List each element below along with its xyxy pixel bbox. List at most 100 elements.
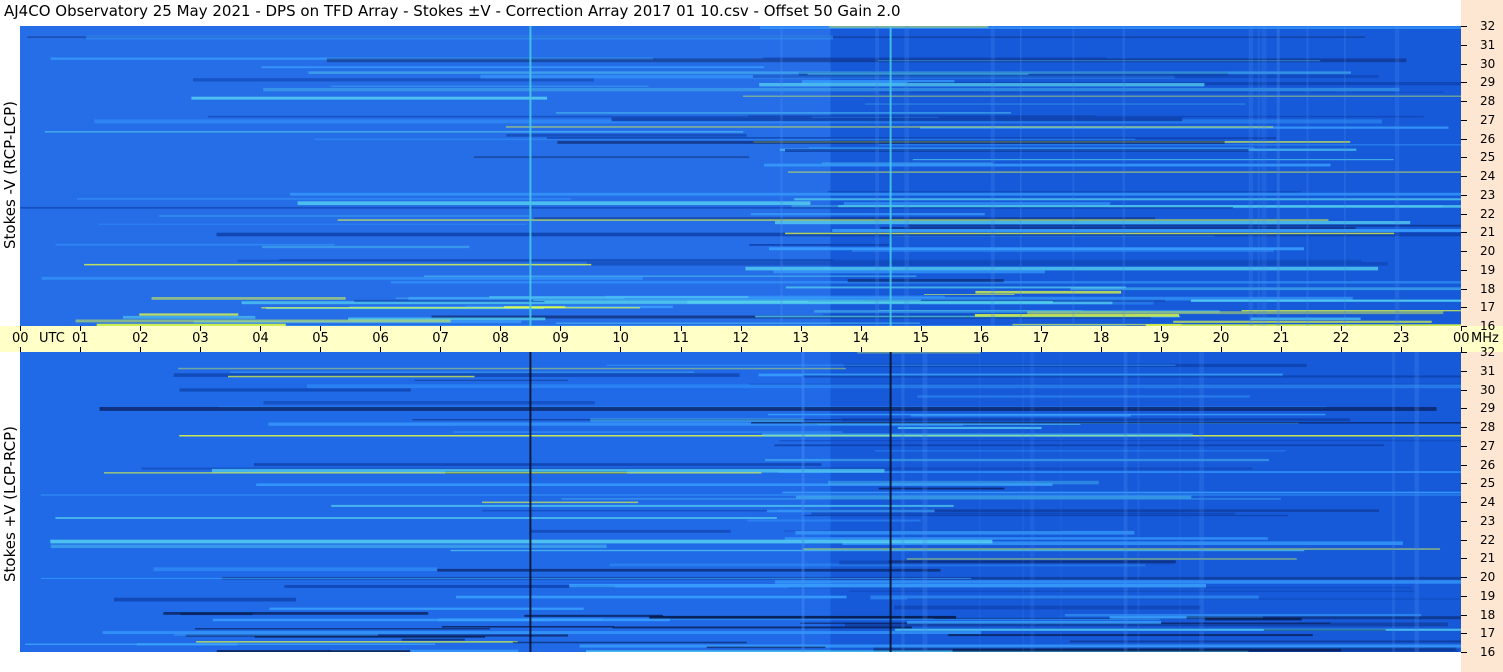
heatmap-band [530,529,731,533]
heatmap-band [748,115,1096,118]
time-tick-label: 04 [252,331,269,346]
heatmap-band [842,418,1351,422]
heatmap-band [163,612,429,615]
heatmap-band [524,614,663,617]
time-tick-label: 20 [1212,331,1230,346]
heatmap-band [98,223,527,225]
heatmap-column [922,352,928,652]
heatmap-band [774,444,1385,447]
heatmap-band [765,458,1269,462]
heatmap-band [590,418,804,422]
frequency-tick-label: 29 [1480,401,1496,416]
heatmap-band [924,294,1015,295]
heatmap-band [55,517,777,519]
heatmap-band [843,202,1111,205]
time-marker-line [889,352,892,652]
heatmap-column [901,352,905,652]
heatmap-band [802,548,1441,550]
time-tick-label: 17 [1032,331,1050,346]
time-tick-mark [980,347,982,352]
frequency-tick-mark [1461,251,1467,252]
time-tick-label: 02 [132,331,149,346]
heatmap-band [139,313,239,316]
heatmap-band [414,379,569,381]
frequency-tick-mark [1461,82,1467,84]
heatmap-band [505,126,1274,128]
frequency-tick-label: 22 [1480,206,1496,221]
frequency-tick-mark [1461,288,1467,290]
time-tick-mark [1340,347,1342,352]
time-tick-label: 19 [1152,331,1170,346]
heatmap-column [801,352,805,652]
heatmap-column [1137,352,1140,652]
time-tick-mark [1401,347,1402,352]
heatmap-band [174,633,378,636]
frequency-tick-label: 17 [1480,626,1496,641]
top-panel-ylabel: Stokes -V (RCP-LCP) [1,101,19,249]
frequency-tick-label: 27 [1480,112,1496,127]
time-tick-label: 18 [1092,331,1110,346]
time-tick-mark [800,347,802,352]
heatmap-band [782,491,1461,494]
frequency-tick-label: 21 [1480,225,1496,240]
heatmap-column [1179,352,1181,652]
heatmap-band [1205,617,1302,621]
time-tick-mark [1220,347,1222,352]
heatmap-band [450,549,1305,552]
heatmap-band [687,300,1054,304]
heatmap-band [773,270,1045,274]
heatmap-band [261,307,641,309]
heatmap-band [752,74,1379,78]
frequency-tick-mark [1461,119,1467,121]
heatmap-band [178,367,846,370]
heatmap-band [40,494,1461,496]
heatmap-band [297,201,811,205]
heatmap-band [179,388,411,392]
heatmap-band [159,215,530,217]
heatmap-column [1343,26,1346,326]
heatmap-band [794,198,1461,201]
frequency-tick-label: 21 [1480,551,1496,566]
heatmap-band [751,422,1461,424]
heatmap-band [191,96,548,100]
frequency-tick-mark [1461,232,1467,234]
frequency-tick-label: 31 [1480,363,1496,378]
heatmap-band [750,213,985,216]
time-tick-label: 11 [672,331,690,346]
heatmap-band [952,648,1341,652]
heatmap-band [401,638,465,641]
heatmap-column [1022,352,1024,652]
time-tick-mark [740,347,742,352]
heatmap-band [907,224,1461,227]
heatmap-band [769,247,1304,251]
heatmap-band [762,433,1193,437]
heatmap-band [1064,614,1422,617]
time-tick-mark [20,347,21,352]
heatmap-column [990,26,995,326]
heatmap-band [611,117,1183,122]
frequency-tick-label: 32 [1480,19,1496,33]
time-tick-mark [320,347,322,352]
frequency-tick-label: 19 [1480,588,1496,603]
heatmap-column [904,26,909,326]
time-unit-label: UTC [39,331,65,346]
heatmap-band [452,431,843,433]
time-tick-label: 01 [72,331,89,346]
frequency-tick-mark [1461,577,1467,578]
top-spectrogram-svg [20,26,1461,326]
heatmap-band [802,514,1288,517]
frequency-tick-mark [1461,213,1467,215]
heatmap-band [912,159,1394,161]
time-tick-label: 23 [1393,331,1410,346]
heatmap-band [864,103,1246,105]
heatmap-region [20,352,831,652]
heatmap-band [314,138,1136,141]
heatmap-band [228,375,475,378]
heatmap-band [974,314,1179,317]
heatmap-column [875,26,879,326]
heatmap-column [1395,26,1400,326]
frequency-tick-mark [1461,176,1467,177]
heatmap-column [780,26,783,326]
time-tick-mark [1280,347,1282,352]
frequency-tick-label: 24 [1480,169,1496,183]
